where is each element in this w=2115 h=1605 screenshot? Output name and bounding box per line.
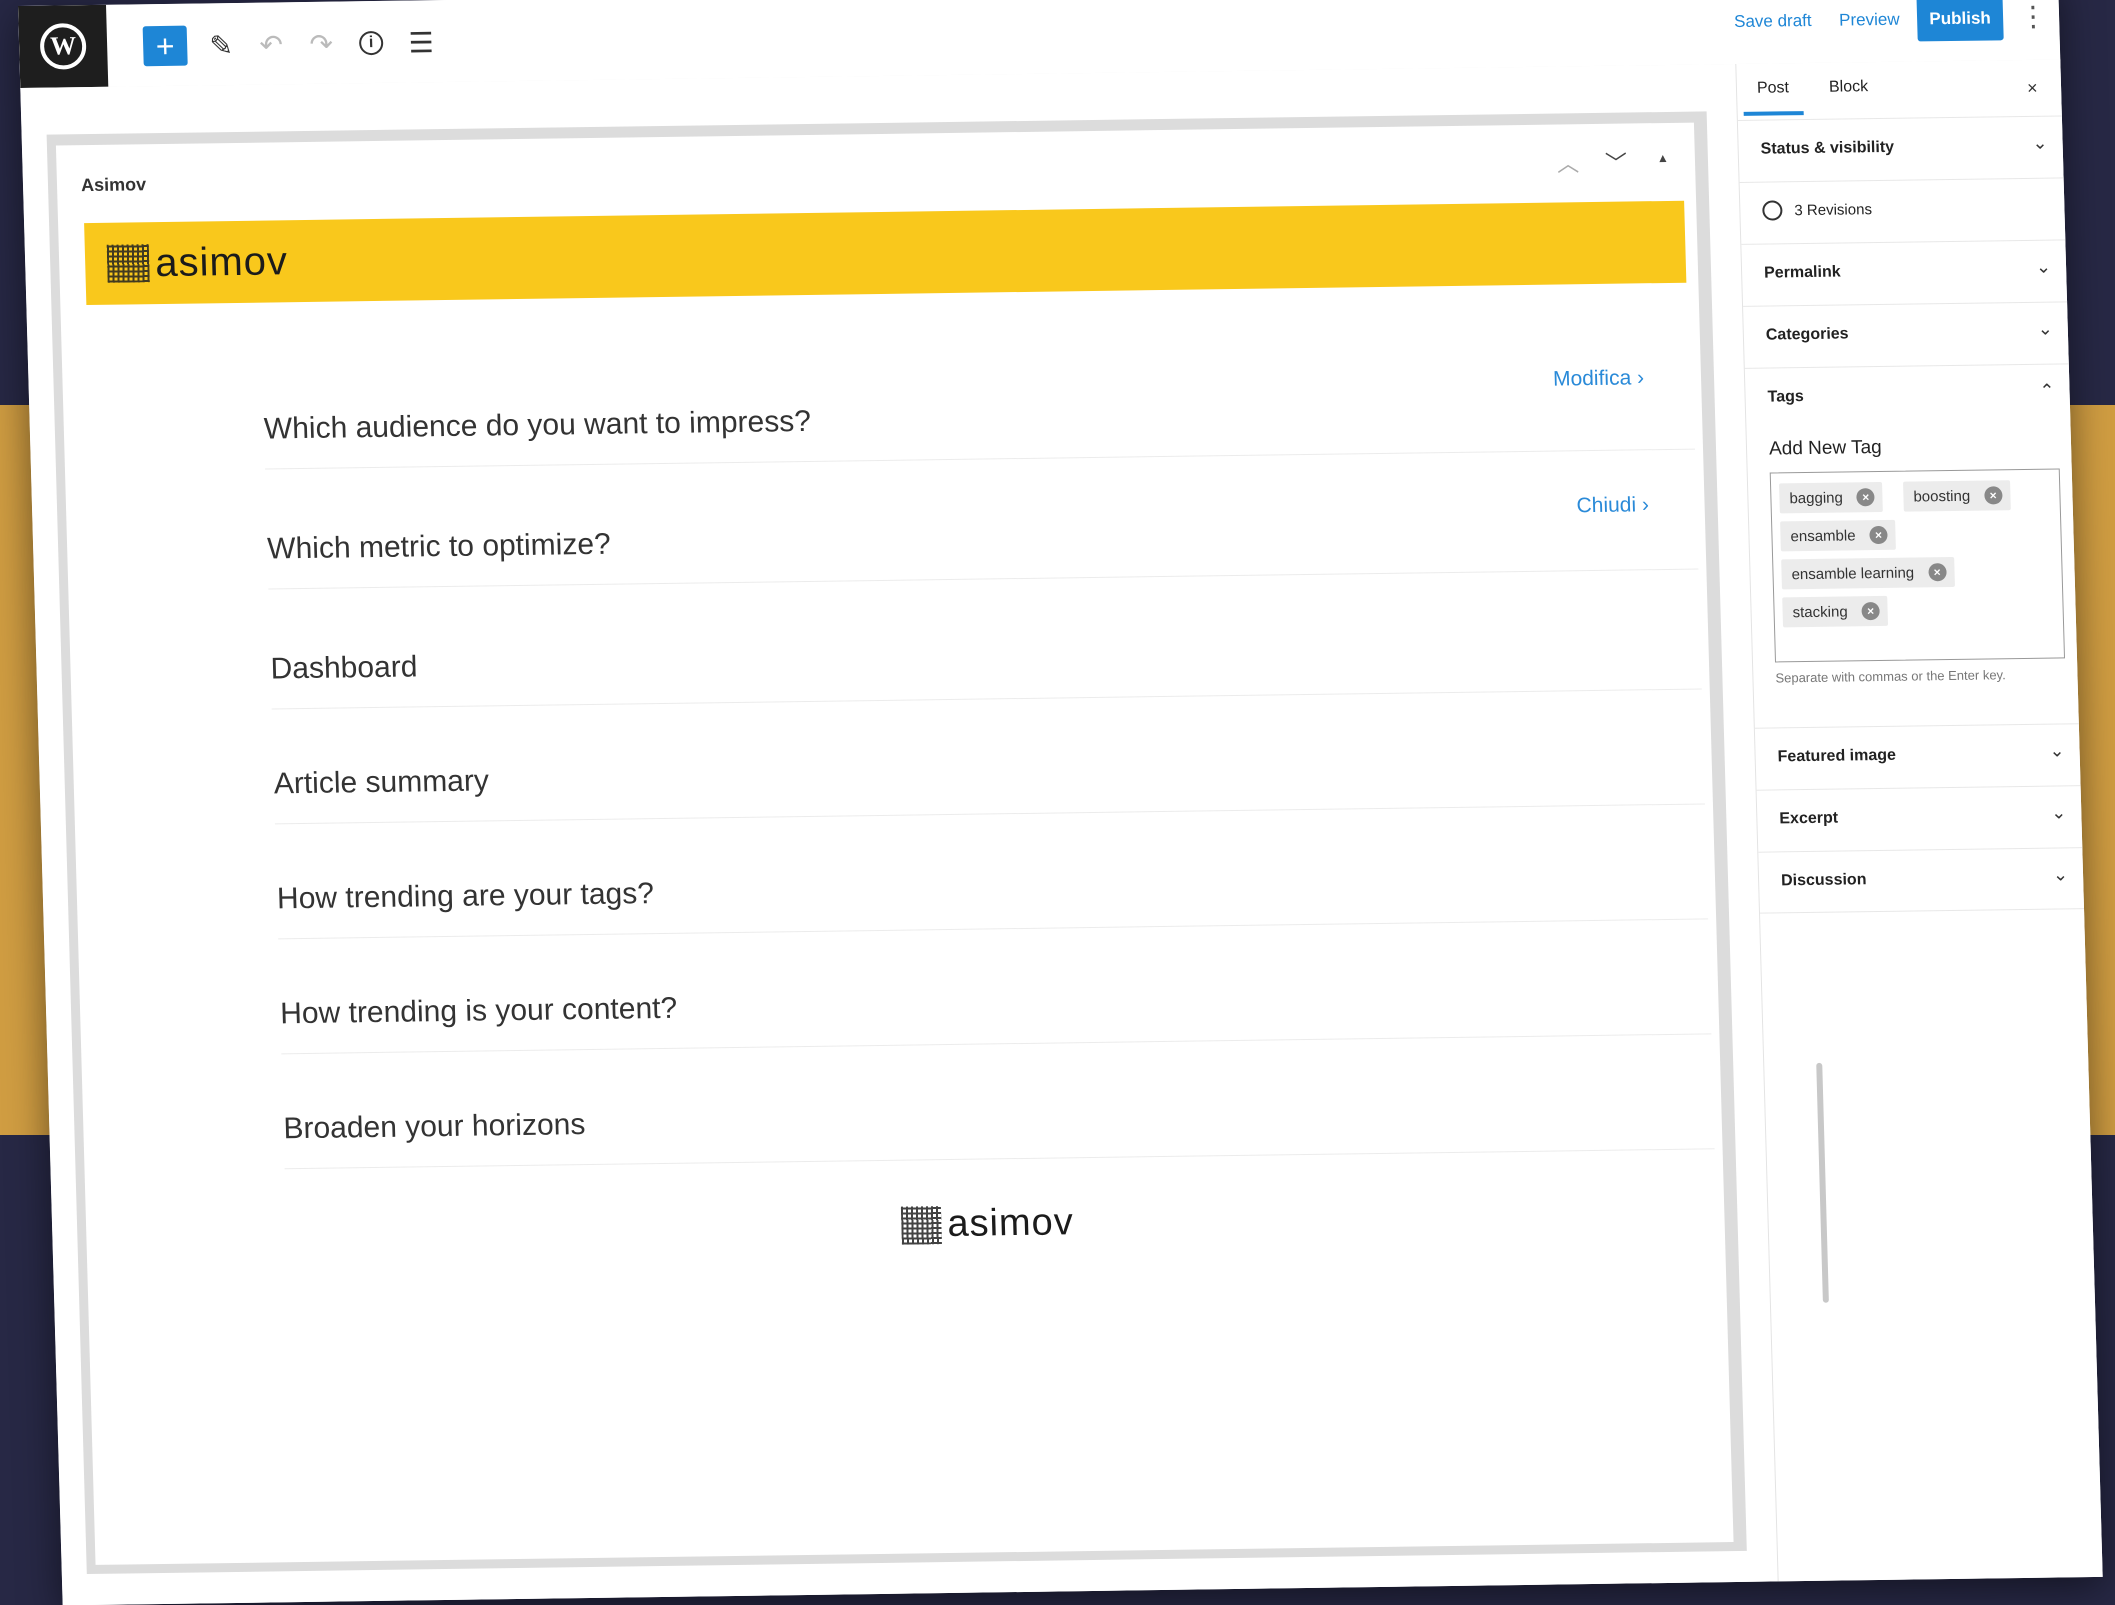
history-icon — [1762, 200, 1783, 221]
remove-tag-icon[interactable]: × — [1927, 563, 1947, 582]
asimov-logo-icon — [106, 244, 150, 283]
chevron-down-icon: ⌄ — [2032, 132, 2048, 153]
panel-status-visibility[interactable]: Status & visibility ⌄ — [1737, 115, 2065, 182]
panel-label: Excerpt — [1779, 809, 1839, 828]
info-icon[interactable]: i — [349, 23, 394, 64]
panel-label: Discussion — [1780, 871, 1867, 890]
panel-excerpt[interactable]: Excerpt ⌄ — [1756, 785, 2084, 852]
chevron-down-icon[interactable]: ﹀ — [1605, 146, 1628, 178]
section-row[interactable]: How trending is your content? — [279, 977, 1712, 1055]
tag-chip-label: stacking — [1792, 602, 1848, 621]
publish-button[interactable]: Publish — [1916, 0, 2004, 42]
chevron-up-icon[interactable]: ⌃ — [2039, 381, 2055, 402]
footer-logo-text: asimov — [946, 1201, 1075, 1246]
chevron-down-icon: ⌄ — [2050, 802, 2067, 823]
panel-label[interactable]: Tags — [1767, 388, 1804, 406]
edit-pencil-icon[interactable]: ✎ — [199, 25, 244, 66]
panel-label: Categories — [1765, 325, 1849, 344]
section-row[interactable]: How trending are your tags? — [276, 862, 1709, 940]
tag-chip-label: bagging — [1789, 489, 1844, 507]
tab-block[interactable]: Block — [1829, 78, 1869, 97]
modifica-link[interactable]: Modifica › — [1553, 366, 1645, 391]
chevron-down-icon: ⌄ — [2037, 318, 2054, 339]
wordpress-logo-icon[interactable]: W — [18, 4, 109, 88]
remove-tag-icon[interactable]: × — [1983, 486, 2003, 505]
tag-chip: stacking × — [1782, 595, 1889, 628]
asimov-banner: asimov — [84, 200, 1687, 306]
remove-tag-icon[interactable]: × — [1869, 525, 1888, 545]
section-row[interactable]: Article summary — [273, 747, 1705, 825]
chevron-down-icon: ⌄ — [2049, 740, 2065, 761]
asimov-logo-icon — [900, 1205, 942, 1245]
add-new-tag-label: Add New Tag — [1768, 436, 1883, 460]
chevron-up-icon[interactable]: ︿ — [1557, 146, 1580, 178]
panel-permalink[interactable]: Permalink ⌄ — [1741, 239, 2069, 306]
asimov-block[interactable]: Asimov ︿ ﹀ ▲ asimov Modifica › Chiudi › … — [55, 122, 1734, 1565]
panel-label: Featured image — [1777, 746, 1897, 766]
redo-icon[interactable]: ↷ — [299, 23, 344, 64]
panel-discussion[interactable]: Discussion ⌄ — [1758, 847, 2086, 914]
revisions-label: 3 Revisions — [1794, 201, 1873, 220]
undo-icon[interactable]: ↶ — [249, 24, 294, 65]
chevron-down-icon: ⌄ — [2035, 256, 2052, 277]
close-icon[interactable]: × — [2027, 78, 2038, 99]
tag-chip-label: ensamble — [1790, 526, 1856, 545]
list-view-icon[interactable]: ☰ — [399, 22, 444, 63]
panel-featured-image[interactable]: Featured image ⌄ — [1754, 723, 2082, 790]
tag-chip: ensamble × — [1780, 519, 1896, 552]
tag-chip: boosting × — [1903, 480, 2011, 512]
tag-input-box[interactable]: bagging × boosting × ensamble × ensamble le… — [1769, 468, 2066, 663]
footer-logo: asimov — [900, 1201, 1075, 1246]
tag-chip-label: boosting — [1913, 487, 1971, 506]
sidebar-scrollbar[interactable] — [1816, 1062, 1829, 1303]
tag-chip-label: ensamble learning — [1791, 564, 1915, 583]
panel-label: Status & visibility — [1760, 138, 1895, 158]
tag-chip: bagging × — [1779, 481, 1884, 514]
block-title: Asimov — [80, 174, 147, 196]
panel-label: Permalink — [1763, 263, 1841, 282]
section-row[interactable]: Which audience do you want to impress? — [263, 392, 1696, 470]
preview-button[interactable]: Preview — [1839, 10, 1900, 31]
editor-canvas: Asimov ︿ ﹀ ▲ asimov Modifica › Chiudi › … — [20, 64, 1778, 1605]
remove-tag-icon[interactable]: × — [1856, 488, 1876, 507]
remove-tag-icon[interactable]: × — [1861, 602, 1880, 621]
tag-hint: Separate with commas or the Enter key. — [1775, 667, 2006, 686]
triangle-up-icon[interactable]: ▲ — [1657, 151, 1669, 165]
chevron-down-icon: ⌄ — [2052, 864, 2069, 885]
panel-categories[interactable]: Categories ⌄ — [1743, 301, 2070, 368]
add-block-button[interactable]: + — [142, 25, 188, 67]
revisions-row[interactable]: 3 Revisions — [1739, 177, 2067, 244]
section-row[interactable]: Broaden your horizons — [282, 1092, 1715, 1170]
banner-logo-text: asimov — [154, 238, 289, 285]
panel-tags: Tags ⌃ Add New Tag bagging × boosting × en… — [1744, 363, 2080, 728]
tab-post[interactable]: Post — [1757, 79, 1790, 97]
section-row[interactable]: Dashboard — [270, 632, 1702, 710]
editor-screenshot: W + ✎ ↶ ↷ i ☰ Save draft Preview Publish… — [18, 0, 2103, 1605]
more-options-icon[interactable]: ⋮ — [2019, 0, 2048, 33]
section-row[interactable]: Which metric to optimize? — [266, 512, 1699, 590]
save-draft-button[interactable]: Save draft — [1734, 11, 1812, 32]
settings-sidebar: Post Block × Status & visibility ⌄ 3 Rev… — [1735, 59, 2103, 1584]
tag-chip: ensamble learning × — [1781, 556, 1955, 590]
